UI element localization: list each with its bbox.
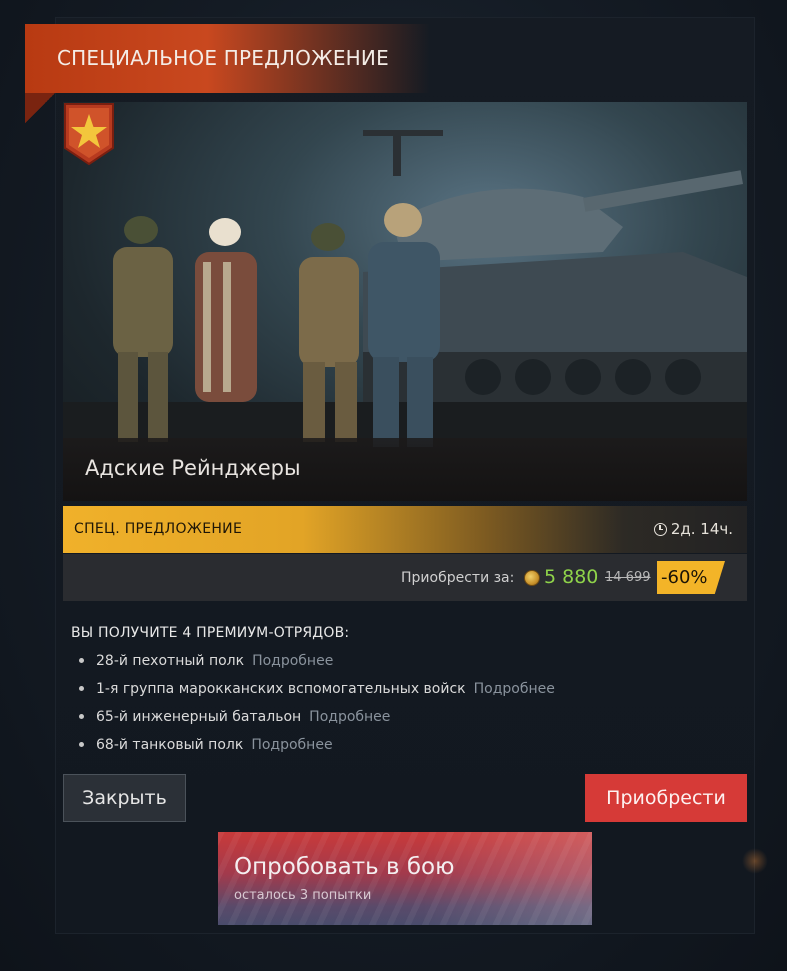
reward-name: 68-й танковый полк: [96, 737, 244, 753]
bullet-icon: [79, 658, 84, 663]
discount-text: -60%: [661, 567, 708, 588]
details-link[interactable]: Подробнее: [474, 679, 555, 699]
special-offer-bar: СПЕЦ. ПРЕДЛОЖЕНИЕ 2д. 14ч.: [63, 506, 747, 553]
try-title: Опробовать в бою: [234, 854, 455, 880]
gold-coin-icon: [524, 570, 540, 586]
buy-button[interactable]: Приобрести: [585, 774, 747, 822]
reward-name: 28-й пехотный полк: [96, 653, 245, 669]
ribbon-fold: [25, 93, 55, 123]
details-link[interactable]: Подробнее: [309, 707, 390, 727]
reward-name: 1-я группа марокканских вспомогательных …: [96, 681, 466, 697]
price-new: 5 880: [544, 566, 599, 588]
list-item: 68-й танковый полк Подробнее: [79, 735, 555, 763]
try-attempts: осталось 3 попытки: [234, 888, 372, 903]
dialog-title: СПЕЦИАЛЬНОЕ ПРЕДЛОЖЕНИЕ: [57, 46, 389, 70]
offer-label: СПЕЦ. ПРЕДЛОЖЕНИЕ: [74, 521, 243, 537]
rewards-title: ВЫ ПОЛУЧИТЕ 4 ПРЕМИУМ-ОТРЯДОВ:: [71, 625, 350, 641]
squad-name: Адские Рейнджеры: [85, 456, 301, 480]
try-in-battle-button[interactable]: Опробовать в бою осталось 3 попытки: [218, 832, 592, 925]
rank-star-icon: [64, 103, 114, 166]
list-item: 28-й пехотный полк Подробнее: [79, 651, 555, 679]
timer-text: 2д. 14ч.: [670, 520, 733, 538]
list-item: 1-я группа марокканских вспомогательных …: [79, 679, 555, 707]
bullet-icon: [79, 686, 84, 691]
hero-image: Адские Рейнджеры: [63, 102, 747, 501]
details-link[interactable]: Подробнее: [252, 651, 333, 671]
discount-badge: -60%: [657, 561, 725, 594]
offer-timer: 2д. 14ч.: [653, 520, 733, 538]
hero-caption: Адские Рейнджеры: [63, 438, 747, 501]
price-label: Приобрести за:: [401, 570, 515, 586]
bullet-icon: [79, 714, 84, 719]
clock-icon: [653, 522, 667, 536]
price-old: 14 699: [605, 570, 651, 585]
close-button[interactable]: Закрыть: [63, 774, 186, 822]
reward-name: 65-й инженерный батальон: [96, 709, 302, 725]
price-row: Приобрести за: 5 880 14 699 -60%: [63, 554, 747, 601]
list-item: 65-й инженерный батальон Подробнее: [79, 707, 555, 735]
ember-glow: [742, 848, 768, 874]
rewards-list: 28-й пехотный полк Подробнее 1-я группа …: [79, 651, 555, 763]
details-link[interactable]: Подробнее: [251, 735, 332, 755]
bullet-icon: [79, 742, 84, 747]
